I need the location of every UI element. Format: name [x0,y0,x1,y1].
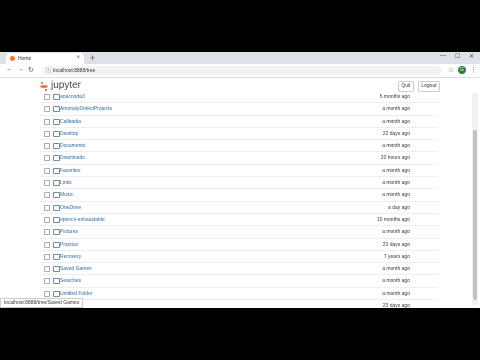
tab-home[interactable]: Home × [6,53,84,64]
browser-toolbar: ← → ↻ ⓘ localhost:8888/tree ☆ G ⋮ [0,64,480,78]
jupyter-title[interactable]: jupyter [51,80,81,91]
url-text: localhost:8888/tree [53,68,96,74]
close-window-icon[interactable]: ✕ [469,53,474,60]
logout-button[interactable]: Logout [418,81,440,92]
address-bar[interactable]: ⓘ localhost:8888/tree [42,66,442,75]
tab-strip: Home × + — ☐ ✕ [0,52,480,64]
maximize-icon[interactable]: ☐ [455,53,460,60]
forward-icon[interactable]: → [17,66,24,73]
new-tab-button[interactable]: + [90,53,95,63]
tab-title: Home [18,56,32,62]
back-icon[interactable]: ← [6,66,13,73]
minimize-icon[interactable]: — [440,53,446,59]
jupyter-header: jupyter Quit Logout [0,78,480,94]
browser-menu-icon[interactable]: ⋮ [470,66,477,74]
close-tab-icon[interactable]: × [76,55,80,61]
profile-avatar[interactable]: G [458,66,466,74]
quit-button[interactable]: Quit [398,81,414,92]
jupyter-favicon-icon [10,56,15,61]
browser-window: Home × + — ☐ ✕ ← → ↻ ⓘ localhost:8888/tr… [0,52,480,308]
info-icon[interactable]: ⓘ [46,67,51,74]
bookmark-star-icon[interactable]: ☆ [448,66,454,74]
reload-icon[interactable]: ↻ [28,66,34,74]
jupyter-logo-icon [40,82,48,91]
